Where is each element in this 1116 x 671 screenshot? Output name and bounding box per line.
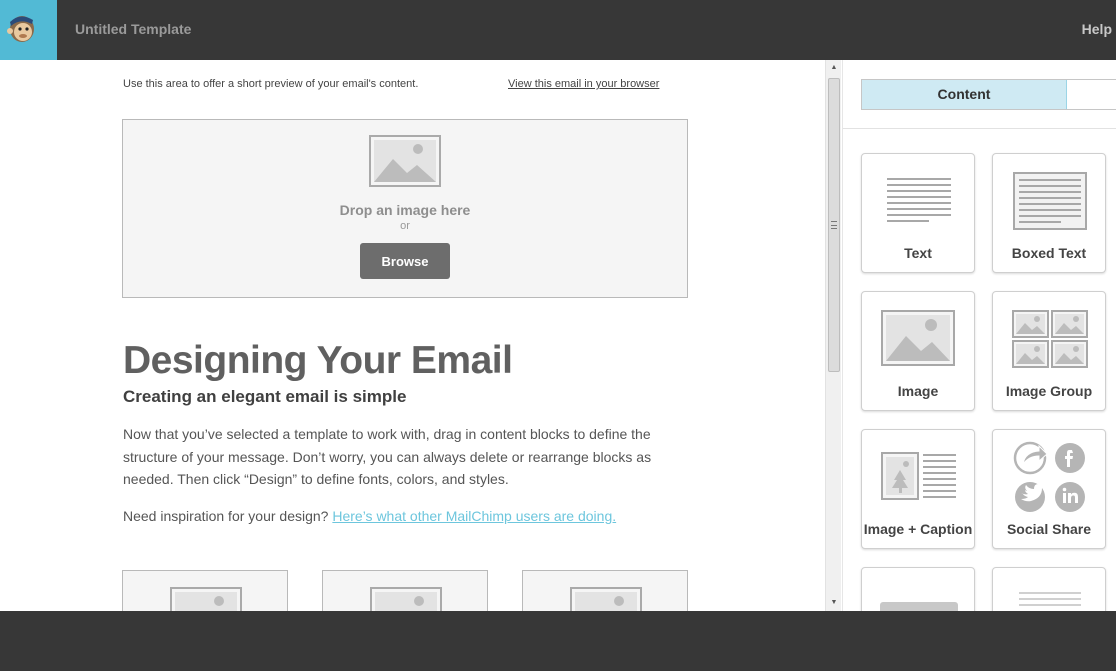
panel-tabs: Content (861, 79, 1116, 110)
canvas-scrollbar[interactable]: ▲ ▼ (825, 60, 841, 611)
block-label: Text (904, 245, 932, 261)
twitter-icon (1015, 482, 1045, 512)
boxed-text-block-icon (1013, 172, 1087, 230)
email-canvas: Use this area to offer a short preview o… (0, 60, 825, 611)
email-subheading[interactable]: Creating an elegant email is simple (123, 387, 406, 407)
scroll-down-arrow-icon[interactable]: ▼ (826, 595, 842, 611)
browse-button[interactable]: Browse (360, 243, 450, 279)
tab-content[interactable]: Content (862, 80, 1067, 109)
view-in-browser-link[interactable]: View this email in your browser (508, 78, 659, 90)
inspiration-prefix: Need inspiration for your design? (123, 508, 329, 524)
bottom-bar (0, 611, 1116, 671)
image-block-icon (881, 310, 955, 366)
block-social-share[interactable]: Social Share (992, 429, 1106, 549)
image-placeholder-icon (370, 587, 442, 611)
block-image-group[interactable]: Image Group (992, 291, 1106, 411)
facebook-icon (1055, 443, 1085, 473)
image-placeholder-icon (570, 587, 642, 611)
block-partial-1[interactable] (861, 567, 975, 611)
scrollbar-thumb[interactable] (828, 78, 840, 372)
social-share-block-icon (1013, 441, 1085, 512)
chimp-icon (7, 16, 34, 42)
help-link[interactable]: Help (1082, 21, 1112, 37)
image-dropzone[interactable]: Drop an image here or Browse (122, 119, 688, 298)
image-card-3[interactable] (522, 570, 688, 611)
share-arrow-icon (1013, 441, 1048, 475)
text-lines-icon (1019, 592, 1081, 606)
image-caption-block-icon (881, 452, 956, 500)
block-label: Boxed Text (1011, 245, 1087, 261)
top-bar: Untitled Template Help (0, 0, 1116, 60)
block-partial-2[interactable] (992, 567, 1106, 611)
email-heading[interactable]: Designing Your Email (123, 339, 513, 383)
image-placeholder-icon (170, 587, 242, 611)
inspiration-text: Need inspiration for your design? Here’s… (123, 508, 616, 524)
blocks-panel: Content Text Boxed Text Image Image Grou… (842, 60, 1116, 611)
or-text: or (400, 220, 410, 232)
block-image-caption[interactable]: Image + Caption (861, 429, 975, 549)
image-placeholder-icon (369, 135, 441, 187)
block-label: Image Group (1005, 383, 1093, 399)
block-label: Image (897, 383, 939, 399)
button-block-icon (880, 602, 958, 611)
linkedin-icon (1055, 482, 1085, 512)
block-boxed-text[interactable]: Boxed Text (992, 153, 1106, 273)
panel-divider (843, 128, 1116, 129)
block-image[interactable]: Image (861, 291, 975, 411)
image-card-1[interactable] (122, 570, 288, 611)
scroll-up-arrow-icon[interactable]: ▲ (826, 60, 842, 76)
block-label: Social Share (1006, 521, 1092, 537)
image-group-block-icon (1012, 310, 1088, 368)
block-text[interactable]: Text (861, 153, 975, 273)
mailchimp-logo[interactable] (0, 0, 57, 60)
image-card-2[interactable] (322, 570, 488, 611)
email-body-text[interactable]: Now that you’ve selected a template to w… (123, 423, 693, 491)
text-block-icon (887, 178, 951, 222)
drop-image-text: Drop an image here (339, 202, 471, 218)
inspiration-link[interactable]: Here’s what other MailChimp users are do… (332, 508, 616, 524)
template-title[interactable]: Untitled Template (75, 21, 191, 37)
preheader-text[interactable]: Use this area to offer a short preview o… (123, 78, 418, 90)
grip-icon (831, 221, 837, 229)
block-label: Image + Caption (863, 521, 973, 537)
